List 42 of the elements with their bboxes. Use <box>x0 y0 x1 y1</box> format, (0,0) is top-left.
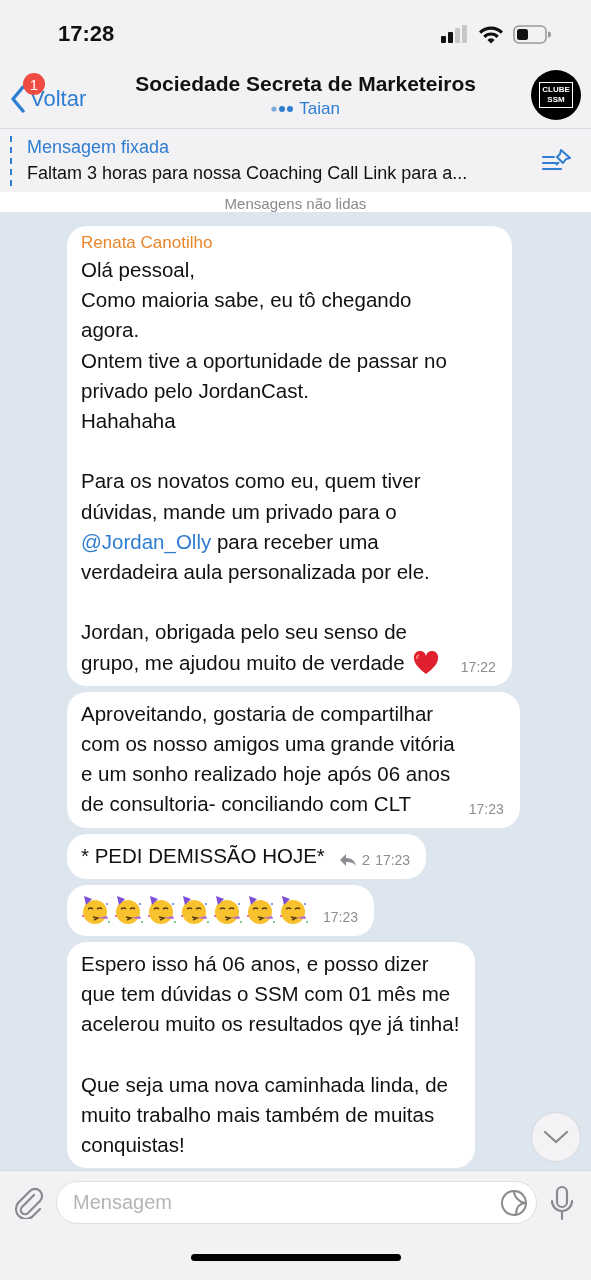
scroll-down-button[interactable] <box>531 1112 581 1162</box>
battery-icon <box>513 24 551 44</box>
wifi-icon <box>478 24 504 44</box>
message-time: 17:22 <box>460 657 496 676</box>
group-avatar[interactable]: CLUBE SSM <box>531 70 581 120</box>
party-face-icon <box>279 893 309 926</box>
message-time: 17:23 <box>468 799 504 818</box>
reply-icon <box>338 852 357 867</box>
typing-user: Taian <box>299 98 340 119</box>
party-face-icon <box>213 893 243 926</box>
party-face-icon <box>147 893 177 926</box>
message-text: * PEDI DEMISSÃO HOJE* <box>81 842 325 869</box>
sticker-icon[interactable] <box>500 1189 528 1217</box>
microphone-icon[interactable] <box>549 1184 575 1221</box>
avatar-text: CLUBE SSM <box>539 82 573 108</box>
message-text: Para os novatos como eu, quem tiver dúvidas, mande um privado para o @Jordan_Olly para receber uma verdadeira aula personalizada por ele. <box>81 468 430 585</box>
signal-icon <box>441 25 469 43</box>
reply-count[interactable]: 2 <box>361 850 371 869</box>
chat-title: Sociedade Secreta de Marketeiros <box>135 71 477 96</box>
party-face-icon <box>246 893 276 926</box>
party-face-icon <box>114 893 144 926</box>
party-face-icon <box>180 893 210 926</box>
message-text: Que seja uma nova caminhada linda, de muito trabalho mais também de muitas conquistas! <box>81 1071 448 1159</box>
chevron-down-icon <box>543 1130 569 1144</box>
message-text: Jordan, obrigada pelo seu senso de grupo, me ajudou muito de verdade <box>81 619 407 676</box>
message-time: 17:23 <box>323 907 359 926</box>
unread-divider: Mensagens não lidas <box>224 195 367 212</box>
message-text: Espero isso há 06 anos, e posso dizer que tem dúvidas o SSM com 01 mês me acelerou muito os resultados qye já tinha! <box>81 950 460 1038</box>
status-time: 17:28 <box>58 21 115 47</box>
sender-name[interactable]: Renata Canotilho <box>81 233 496 253</box>
pinned-text: Faltam 3 horas para nossa Coaching Call Link para a... <box>27 163 469 184</box>
heart-icon <box>412 650 439 675</box>
mention-link[interactable]: @Jordan_Olly <box>81 529 212 553</box>
party-face-icon <box>81 893 111 926</box>
attach-icon[interactable] <box>14 1186 44 1219</box>
chevron-left-icon <box>10 85 26 113</box>
message-text: Olá pessoal, Como maioria sabe, eu tô chegando agora. Ontem tive a oportunidade de passar no privado pelo JordanCast. Hahahaha <box>81 257 447 434</box>
message-text: Aproveitando, gostaria de compartilhar com os nosso amigos uma grande vitória e um sonho realizado hoje após 06 anos de consultoria- conciliando com CLT <box>81 700 455 818</box>
message-time: 17:23 <box>375 850 411 869</box>
pinned-label: Mensagem fixada <box>27 137 171 158</box>
message-field[interactable]: Mensagem <box>56 1181 537 1224</box>
typing-icon <box>271 104 294 113</box>
